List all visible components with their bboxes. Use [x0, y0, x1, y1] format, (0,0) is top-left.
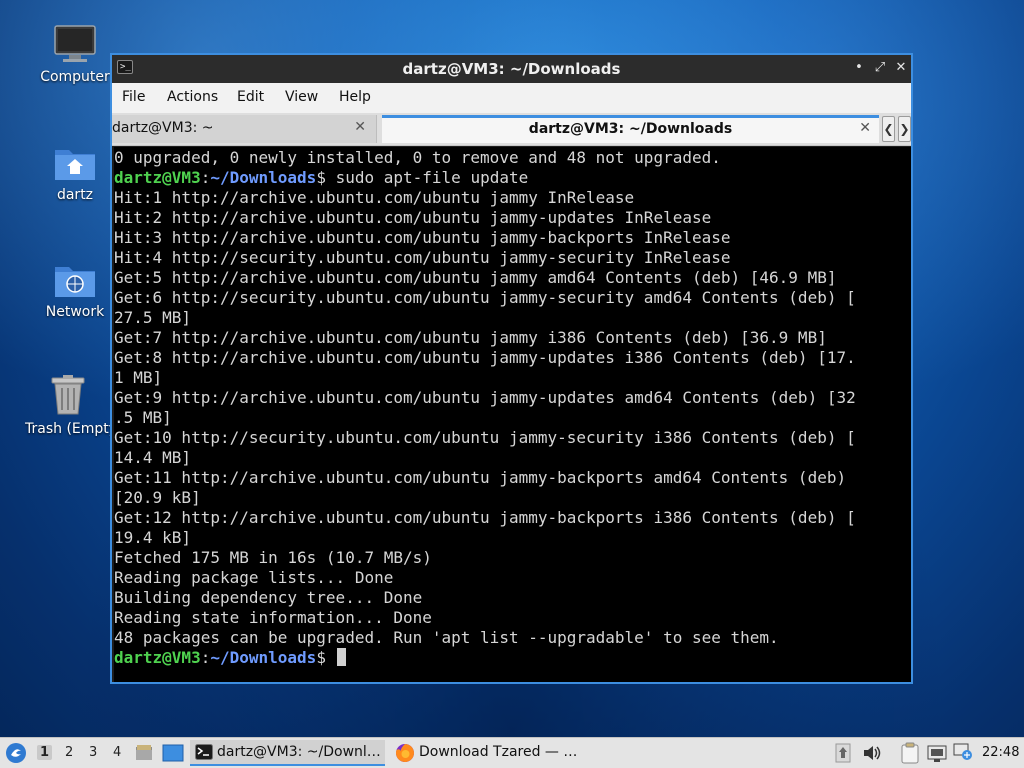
tab-close-icon[interactable]: ✕ — [859, 120, 871, 136]
volume-icon[interactable] — [862, 744, 882, 762]
menu-view[interactable]: View — [285, 89, 318, 105]
desktop-icon-trash[interactable]: Trash (Empty) — [25, 374, 110, 438]
terminal-line: 0 upgraded, 0 newly installed, 0 to remo… — [114, 148, 721, 167]
tab-label: dartz@VM3: ~ — [112, 120, 214, 136]
terminal-line: Building dependency tree... Done — [114, 588, 423, 607]
terminal-line: Get:12 http://archive.ubuntu.com/ubuntu … — [114, 508, 856, 527]
terminal-line: Get:8 http://archive.ubuntu.com/ubuntu j… — [114, 348, 856, 367]
terminal-command-line: dartz@VM3:~/Downloads$ sudo apt-file upd… — [114, 168, 911, 188]
terminal-line: Fetched 175 MB in 16s (10.7 MB/s) — [114, 548, 432, 567]
menu-bar: File Actions Edit View Help — [112, 83, 911, 114]
terminal-line: Get:11 http://archive.ubuntu.com/ubuntu … — [114, 468, 847, 487]
terminal-line: Get:6 http://security.ubuntu.com/ubuntu … — [114, 288, 856, 307]
maximize-button[interactable]: ⤢ — [872, 60, 888, 76]
file-manager-icon[interactable] — [134, 743, 154, 763]
close-icon: ✕ — [895, 60, 907, 75]
screen-settings-icon[interactable] — [953, 742, 973, 762]
terminal-line: Hit:4 http://security.ubuntu.com/ubuntu … — [114, 248, 731, 267]
window-titlebar[interactable]: >_ dartz@VM3: ~/Downloads • ⤢ ✕ — [112, 55, 911, 83]
close-button[interactable]: ✕ — [893, 60, 909, 76]
prompt-symbol: $ — [316, 168, 326, 187]
terminal-output[interactable]: 0 upgraded, 0 newly installed, 0 to remo… — [114, 147, 911, 682]
terminal-line: 19.4 kB] — [114, 528, 192, 547]
terminal-line: Get:10 http://security.ubuntu.com/ubuntu… — [114, 428, 856, 447]
taskbar: 1 2 3 4 dartz@VM3: ~/Downl… Download Tza… — [0, 737, 1024, 768]
terminal-line: Hit:3 http://archive.ubuntu.com/ubuntu j… — [114, 228, 731, 247]
prompt-separator: : — [200, 648, 211, 667]
update-notifier-icon[interactable] — [835, 743, 851, 763]
terminal-line: Get:7 http://archive.ubuntu.com/ubuntu j… — [114, 328, 827, 347]
chevron-left-icon: ❮ — [883, 122, 894, 136]
clock[interactable]: 22:48 — [982, 745, 1019, 760]
terminal-line: Reading package lists... Done — [114, 568, 394, 587]
workspace-3[interactable]: 3 — [89, 745, 97, 760]
network-status-icon[interactable] — [927, 743, 947, 763]
start-menu-icon[interactable] — [5, 742, 27, 764]
terminal-command: sudo apt-file update — [325, 168, 529, 187]
network-folder-icon — [55, 267, 95, 297]
terminal-line: Reading state information... Done — [114, 608, 432, 627]
terminal-line: [20.9 kB] — [114, 488, 201, 507]
task-terminal[interactable]: dartz@VM3: ~/Downl… — [190, 740, 385, 766]
terminal-line: 14.4 MB] — [114, 448, 192, 467]
terminal-line: Get:9 http://archive.ubuntu.com/ubuntu j… — [114, 388, 856, 407]
task-label: dartz@VM3: ~/Downl… — [217, 744, 381, 760]
terminal-icon — [195, 744, 213, 760]
tab-scroll-right-button[interactable]: ❯ — [898, 116, 911, 142]
prompt-path: ~/Downloads — [210, 168, 317, 187]
task-label: Download Tzared — … — [419, 744, 578, 760]
terminal-prompt-line[interactable]: dartz@VM3:~/Downloads$ — [114, 648, 911, 668]
minimize-button[interactable]: • — [851, 60, 867, 76]
desktop-icon-label: Trash (Empty) — [25, 421, 110, 437]
terminal-line: Get:5 http://archive.ubuntu.com/ubuntu j… — [114, 268, 837, 287]
tab-downloads[interactable]: dartz@VM3: ~/Downloads ✕ — [382, 115, 879, 143]
menu-edit[interactable]: Edit — [237, 89, 264, 105]
terminal-line: 1 MB] — [114, 368, 163, 387]
menu-actions[interactable]: Actions — [167, 89, 218, 105]
terminal-line: .5 MB] — [114, 408, 172, 427]
workspace-1[interactable]: 1 — [37, 745, 53, 760]
window-title: dartz@VM3: ~/Downloads — [402, 60, 621, 78]
minimize-icon: • — [855, 60, 863, 75]
tab-home[interactable]: dartz@VM3: ~ ✕ — [112, 115, 377, 143]
terminal-cursor — [336, 648, 346, 666]
prompt-separator: : — [200, 168, 211, 187]
chevron-right-icon: ❯ — [899, 122, 910, 136]
prompt-symbol: $ — [316, 648, 326, 667]
home-folder-icon — [55, 150, 95, 180]
clipboard-icon[interactable] — [900, 742, 920, 764]
terminal-line: 27.5 MB] — [114, 308, 192, 327]
prompt-user-host: dartz@VM3 — [114, 648, 201, 667]
workspace-4[interactable]: 4 — [113, 745, 121, 760]
task-firefox[interactable]: Download Tzared — … — [392, 740, 587, 766]
tab-label: dartz@VM3: ~/Downloads — [528, 121, 733, 137]
prompt-path: ~/Downloads — [210, 648, 317, 667]
prompt-user-host: dartz@VM3 — [114, 168, 201, 187]
tab-close-icon[interactable]: ✕ — [354, 119, 366, 135]
desktop: Computer dartz Network Trash (Empty) >_ — [0, 0, 1024, 768]
trash-icon — [51, 375, 84, 415]
workspace-2[interactable]: 2 — [65, 745, 73, 760]
terminal-line: Hit:2 http://archive.ubuntu.com/ubuntu j… — [114, 208, 712, 227]
terminal-line: 48 packages can be upgraded. Run 'apt li… — [114, 628, 779, 647]
firefox-icon — [395, 744, 414, 762]
menu-help[interactable]: Help — [339, 89, 371, 105]
show-desktop-icon[interactable] — [162, 743, 184, 763]
terminal-window[interactable]: >_ dartz@VM3: ~/Downloads • ⤢ ✕ File Act… — [110, 53, 913, 684]
tab-scroll-left-button[interactable]: ❮ — [882, 116, 895, 142]
computer-icon — [54, 25, 96, 62]
tab-bar: dartz@VM3: ~ ✕ dartz@VM3: ~/Downloads ✕ … — [112, 113, 911, 146]
terminal-line: Hit:1 http://archive.ubuntu.com/ubuntu j… — [114, 188, 635, 207]
menu-file[interactable]: File — [122, 89, 145, 105]
maximize-icon: ⤢ — [874, 60, 886, 75]
